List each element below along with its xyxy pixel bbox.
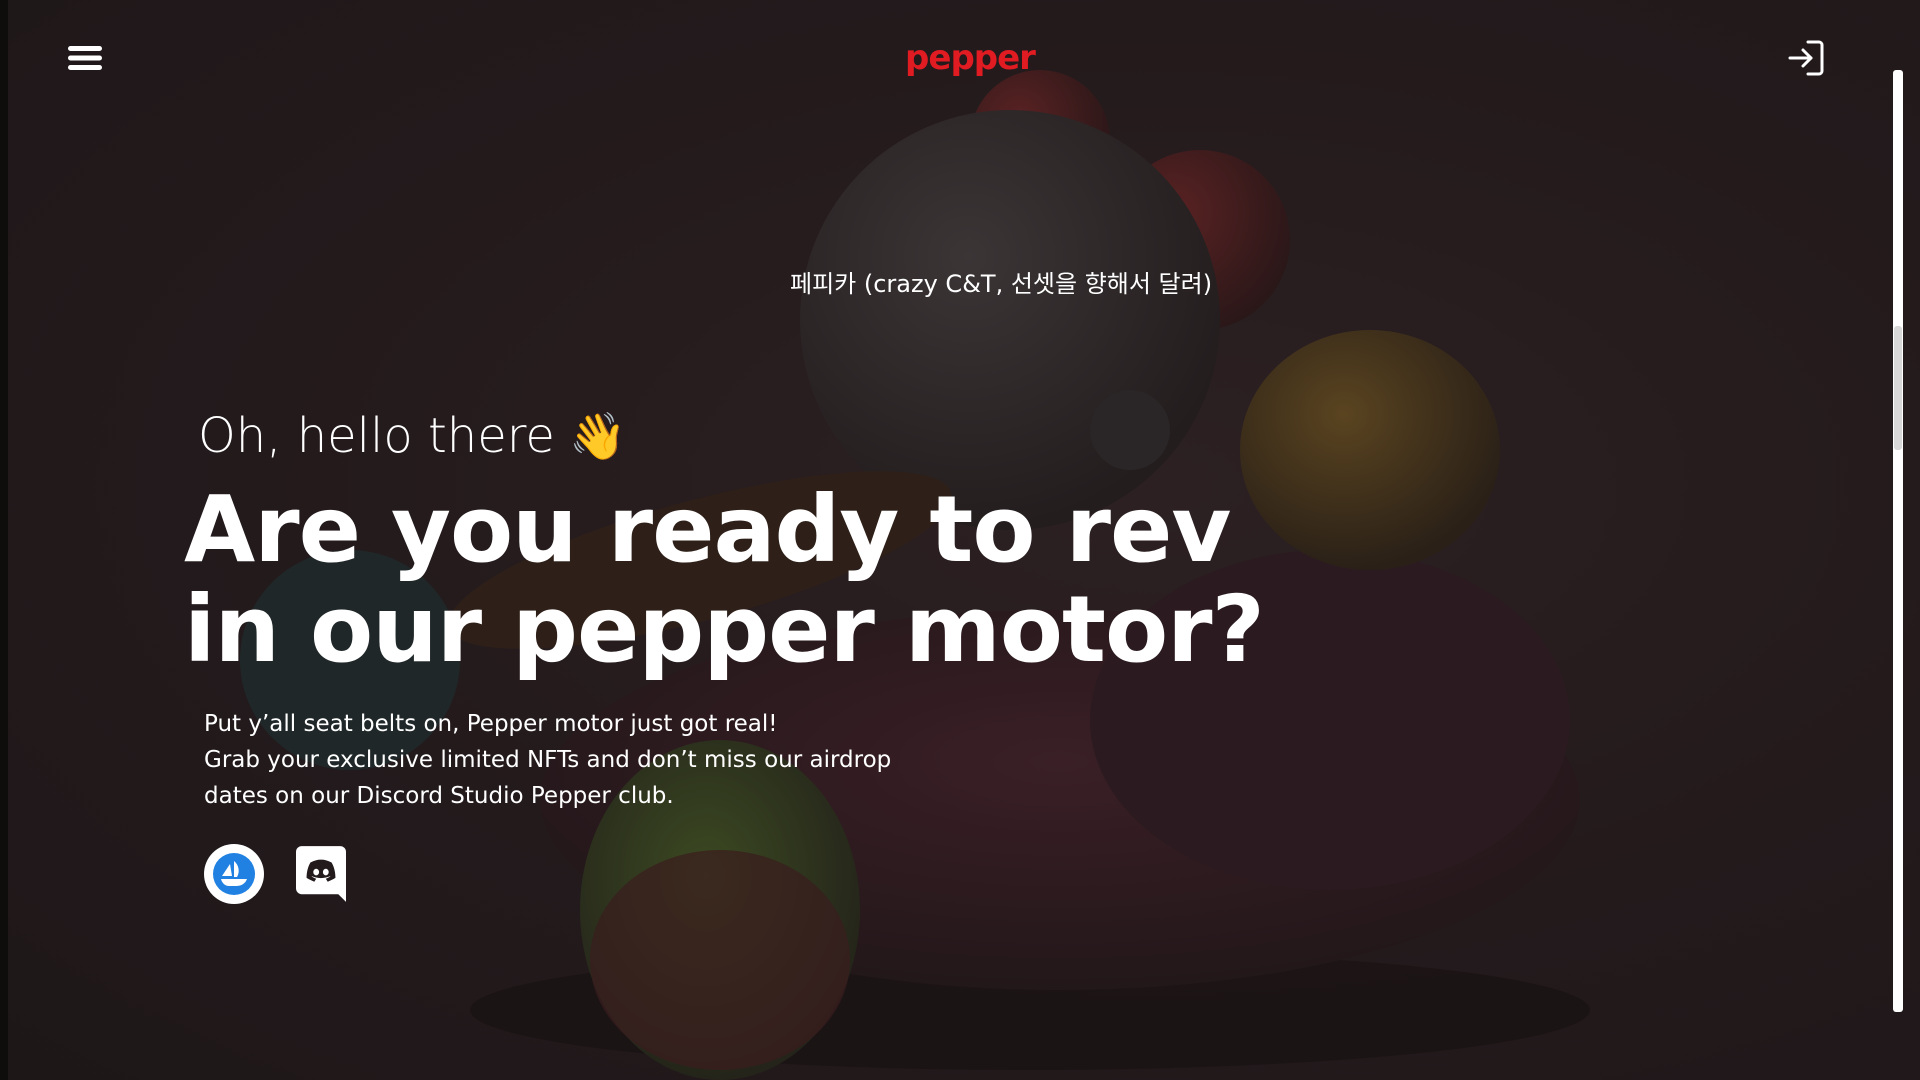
discord-link[interactable] [296,846,346,902]
hero-headline: Are you ready to rev in our pepper motor… [184,480,1384,680]
hamburger-menu-icon [68,46,102,70]
greeting: Oh, hello there 👋 [198,408,626,464]
description-line-2: Grab your exclusive limited NFTs and don… [204,747,892,773]
sign-in-icon [1788,40,1824,76]
description-line-1: Put y’all seat belts on, Pepper motor ju… [204,711,778,737]
logo-text: pepper [905,38,1036,78]
social-links [204,844,346,904]
vertical-scrollbar[interactable] [1893,70,1903,1012]
login-button[interactable] [1784,36,1828,80]
landing-page: pepper 페피카 (crazy C&T, 선셋을 향해서 달려) Oh, h… [0,0,1920,1080]
menu-button[interactable] [62,38,108,78]
waving-hand-icon: 👋 [568,409,627,463]
korean-tagline: 페피카 (crazy C&T, 선셋을 향해서 달려) [790,270,1213,298]
opensea-link[interactable] [204,844,264,904]
discord-icon [296,846,346,902]
headline-line-2: in our pepper motor? [184,576,1265,683]
scrollbar-thumb[interactable] [1894,326,1902,450]
hero-description: Put y’all seat belts on, Pepper motor ju… [204,706,964,814]
pepper-logo[interactable]: pepper [900,30,1040,86]
description-line-3: dates on our Discord Studio Pepper club. [204,783,674,809]
headline-line-1: Are you ready to rev [184,476,1231,583]
opensea-icon [213,853,255,895]
greeting-text: Oh, hello there [198,408,555,464]
